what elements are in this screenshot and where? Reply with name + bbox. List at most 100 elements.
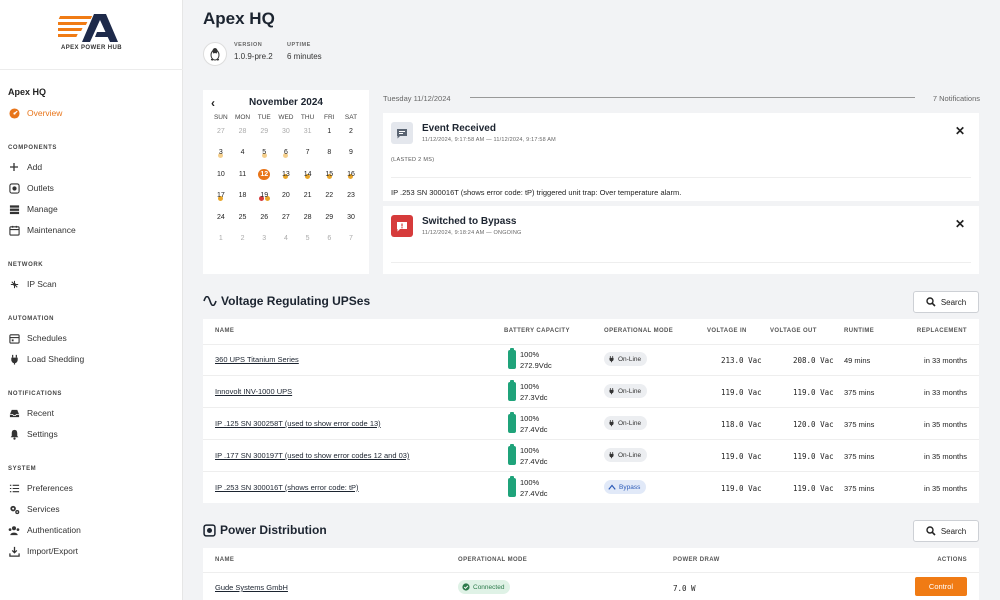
calendar-day[interactable]: 24 [210,210,232,231]
pdu-name-link[interactable]: Gude Systems GmbH [215,583,288,592]
notification-title: Event Received [422,123,496,134]
calendar-day[interactable]: 7 [297,145,319,180]
sidebar-item-outlets[interactable]: Outlets [8,180,178,196]
calendar-day[interactable]: 21 [297,188,319,209]
calendar-day[interactable]: 20 [275,188,297,209]
calendar-day[interactable]: 4 [275,231,297,252]
plug-icon [8,353,20,365]
sidebar-item-authentication[interactable]: Authentication [8,522,178,538]
uptime-label: UPTIME [287,42,311,48]
calendar-day[interactable]: 6 [318,231,340,252]
sidebar-item-overview[interactable]: Overview [8,105,178,121]
calendar-day[interactable]: 31 [297,124,319,145]
sidebar-item-ip-scan[interactable]: IP Scan [8,276,178,292]
calendar-day[interactable]: 29 [318,210,340,231]
check-circle-icon [462,583,470,591]
sidebar-item-services[interactable]: Services [8,501,178,517]
close-icon[interactable]: ✕ [955,217,965,231]
calendar-day[interactable]: 28 [297,210,319,231]
weekday: MON [234,114,251,121]
replacement: in 35 months [924,452,967,461]
calendar-day[interactable]: 26 [253,210,275,231]
plus-icon [8,161,20,173]
calendar-day[interactable]: 22 [318,188,340,209]
sidebar-item-manage[interactable]: Manage [8,201,178,217]
sidebar-item-label: Services [27,504,60,514]
sidebar-item-settings[interactable]: Settings [8,426,178,442]
sidebar-item-label: Preferences [27,483,73,493]
calendar-day[interactable]: 27 [210,124,232,158]
close-icon[interactable]: ✕ [955,124,965,138]
calendar-day[interactable]: 1 [318,124,340,145]
ups-search-button[interactable]: Search [913,291,979,313]
ups-name-link[interactable]: IP .253 SN 300016T (shows error code: tP… [215,483,359,492]
column-header: VOLTAGE OUT [770,328,817,334]
calendar-day[interactable]: 27 [275,210,297,231]
calendar-day[interactable]: 5 [253,145,275,180]
calendar-day[interactable]: 11 [232,167,254,188]
calendar-weekday-row: SUN MON TUE WED THU FRI SAT [210,112,362,124]
calendar-day[interactable]: 1 [210,231,232,252]
ups-name-link[interactable]: 360 UPS Titanium Series [215,355,299,364]
sidebar-item-load-shedding[interactable]: Load Shedding [8,351,178,367]
calendar-day[interactable]: 18 [232,188,254,209]
power-draw: 7.0 W [673,584,696,593]
calendar-day[interactable]: 10 [210,167,232,201]
sidebar-item-label: Overview [27,108,63,118]
sidebar-item-add[interactable]: Add [8,159,178,175]
sidebar: APEX POWER HUB Apex HQ Overview COMPONEN… [0,0,183,600]
calendar-day[interactable]: 4 [232,145,254,166]
calendar-day[interactable]: 25 [232,210,254,231]
calendar-day[interactable]: 7 [340,231,362,252]
linux-icon [203,42,227,66]
calendar-day[interactable]: 30 [340,210,362,231]
calendar-day[interactable]: 5 [297,231,319,252]
pdu-search-button[interactable]: Search [913,520,979,542]
sidebar-item-preferences[interactable]: Preferences [8,480,178,496]
calendar-day[interactable]: 9 [340,145,362,180]
calendar-day[interactable]: 19 [253,188,275,209]
calendar-icon [8,332,20,344]
battery-capacity: 100% 27.4Vdc [520,478,548,498]
calendar-day[interactable]: 8 [318,145,340,180]
calendar-day[interactable]: 6 [275,145,297,180]
calendar-day[interactable]: 30 [275,124,297,158]
ups-name-link[interactable]: IP .177 SN 300197T (used to show error c… [215,451,409,460]
ups-name-link[interactable]: IP .125 SN 300258T (used to show error c… [215,419,381,428]
calendar-day[interactable]: 3 [253,231,275,252]
sidebar-item-schedules[interactable]: Schedules [8,330,178,346]
column-header: RUNTIME [844,328,875,334]
version-value: 1.0.9-pre.2 [234,52,273,61]
ups-name-link[interactable]: Innovolt INV-1000 UPS [215,387,292,396]
calendar-day[interactable]: 15 [318,167,340,188]
calendar-day[interactable]: 13 [275,167,297,188]
calendar-day[interactable]: 16 [340,167,362,188]
calendar-day[interactable]: 28 [232,124,254,145]
calendar-day[interactable]: 2 [340,124,362,145]
calendar-day[interactable]: 14 [297,167,319,188]
sidebar-item-recent[interactable]: Recent [8,405,178,421]
sidebar-item-import-export[interactable]: Import/Export [8,543,178,559]
column-header: NAME [215,557,235,563]
control-button[interactable]: Control [915,577,967,596]
voltage-out: 119.0 Vac [793,452,834,461]
weekday: SAT [344,114,358,121]
voltage-in: 119.0 Vac [721,452,762,461]
sidebar-item-label: Load Shedding [27,354,85,364]
calendar-day-today[interactable]: 12 [253,167,275,201]
calendar-day[interactable]: 23 [340,188,362,209]
uptime-value: 6 minutes [287,52,322,61]
column-header: NAME [215,328,235,334]
ups-section-title: Voltage Regulating UPSes [203,294,370,308]
column-header: POWER DRAW [673,557,720,563]
calendar-day[interactable]: 3 [210,145,232,166]
divider [203,471,979,472]
sidebar-item-label: Recent [27,408,54,418]
sidebar-item-maintenance[interactable]: Maintenance [8,222,178,238]
voltage-in: 118.0 Vac [721,420,762,429]
calendar-day[interactable]: 29 [253,124,275,158]
divider [203,344,979,345]
calendar-day[interactable]: 2 [232,231,254,252]
logo[interactable]: APEX POWER HUB [0,0,183,70]
calendar-day[interactable]: 17 [210,188,232,209]
